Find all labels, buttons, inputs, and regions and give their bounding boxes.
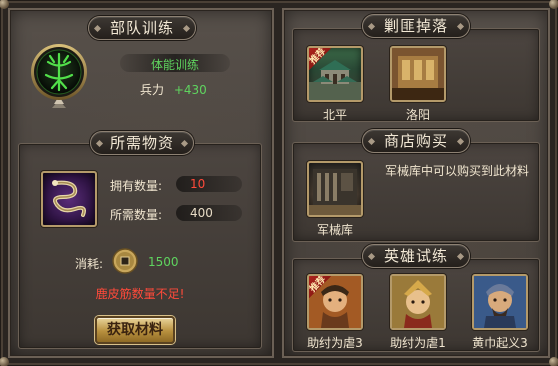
get-material-button[interactable]: 获取材料 — [95, 316, 175, 344]
required-label: 所需数量: — [110, 208, 163, 222]
frame-corner-bottom-left — [0, 357, 9, 366]
hero-trial-item-1[interactable]: 推荐 — [307, 274, 363, 330]
drops-title-banner: 剿匪掉落 — [362, 14, 470, 38]
frame-corner-bottom-right — [549, 357, 558, 366]
recommend-tag-text: 推荐 — [308, 46, 328, 67]
armory-icon — [309, 169, 361, 215]
drop-item-luoyang-label: 洛阳 — [405, 108, 430, 122]
hero-trial-title: 英雄试练 — [383, 247, 448, 265]
hero-trial-item-2-label: 助纣为虐1 — [390, 336, 446, 350]
frame-corner-top-right — [549, 0, 558, 9]
training-emblem-icon — [31, 44, 87, 108]
recommend-tag-beiping: 推荐 — [308, 46, 333, 72]
shortage-warning: 鹿皮筋数量不足! — [95, 287, 185, 301]
hero-portrait-3-icon — [474, 276, 526, 328]
training-name: 体能训练 — [150, 58, 199, 72]
training-emblem[interactable] — [30, 42, 88, 110]
troop-stat-label: 兵力 — [140, 83, 165, 97]
cost-value: 1500 — [148, 255, 179, 269]
hero-trial-item-3-label: 黄巾起义3 — [472, 336, 528, 350]
training-name-bar: 体能训练 — [120, 54, 230, 72]
shop-title: 商店购买 — [383, 132, 448, 150]
hero-trial-item-3[interactable] — [472, 274, 528, 330]
hero-portrait-2-icon — [392, 276, 444, 328]
troop-stat: 兵力 +430 — [140, 81, 207, 98]
drop-item-beiping-label: 北平 — [322, 108, 347, 122]
hero-trial-title-banner: 英雄试练 — [362, 244, 470, 268]
hero-trial-item-1-label: 助纣为虐3 — [307, 336, 363, 350]
hero-trial-item-2[interactable] — [390, 274, 446, 330]
required-value: 400 — [176, 205, 242, 221]
coin-icon — [112, 248, 138, 274]
owned-label: 拥有数量: — [110, 179, 163, 193]
shop-title-banner: 商店购买 — [362, 129, 470, 153]
sinew-icon — [52, 180, 86, 217]
city-luoyang-icon — [392, 48, 444, 100]
materials-title: 所需物资 — [109, 134, 174, 152]
drop-item-luoyang[interactable] — [390, 46, 446, 102]
drop-item-beiping[interactable]: 推荐 — [307, 46, 363, 102]
recommend-tag-hero: 推荐 — [308, 274, 333, 300]
troop-stat-value: +430 — [173, 83, 207, 97]
drops-title: 剿匪掉落 — [383, 17, 448, 35]
shop-armory[interactable] — [307, 161, 363, 217]
shop-description: 军械库中可以购买到此材料 — [385, 164, 530, 178]
shop-armory-label: 军械库 — [316, 223, 353, 237]
recommend-tag-text: 推荐 — [308, 274, 328, 295]
materials-title-banner: 所需物资 — [90, 131, 194, 155]
cost-label: 消耗: — [75, 257, 104, 271]
material-icon[interactable] — [41, 171, 97, 227]
owned-value: 10 — [176, 176, 242, 192]
